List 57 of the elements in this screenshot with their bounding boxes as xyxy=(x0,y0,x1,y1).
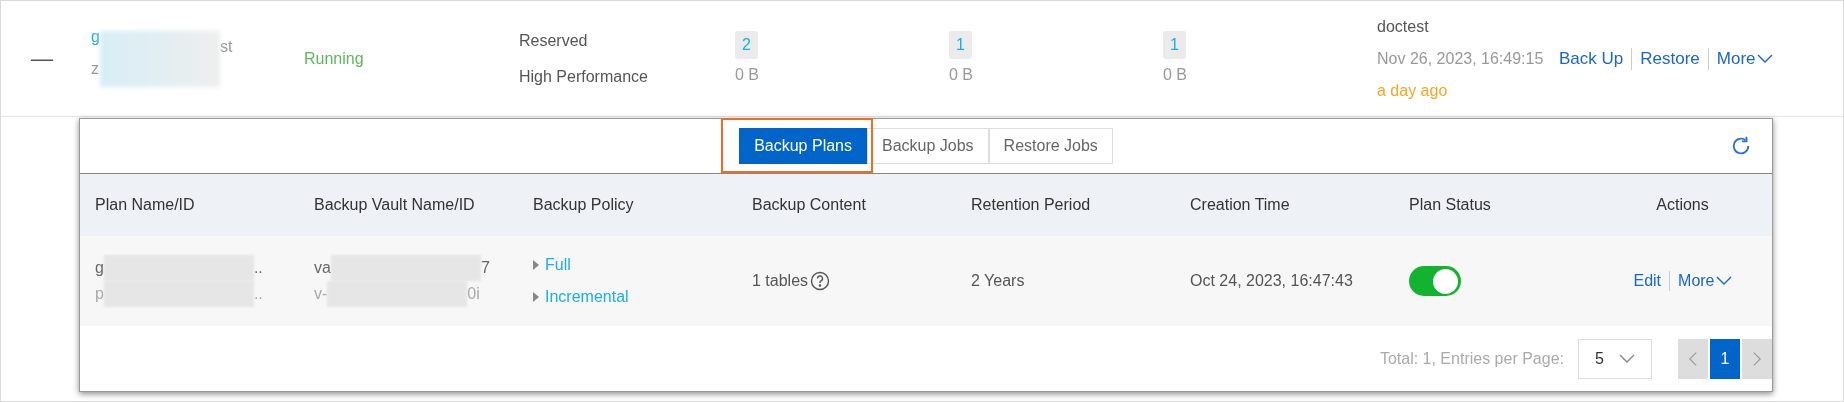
chevron-down-icon xyxy=(1756,53,1773,64)
collapse-toggle[interactable]: — xyxy=(31,42,91,75)
row-action-link[interactable]: Edit xyxy=(1633,269,1662,293)
column-header: Actions xyxy=(1655,195,1710,215)
tab[interactable]: Backup Jobs xyxy=(867,128,989,164)
action-link[interactable]: Back Up xyxy=(1559,45,1624,72)
timestamp-text: Nov 26, 2023, 16:49:15 xyxy=(1377,48,1545,69)
masked-text-end: st xyxy=(219,36,233,57)
masked-text-start: v- xyxy=(314,284,328,304)
chevron-left-icon xyxy=(1689,350,1697,367)
refresh-icon[interactable] xyxy=(1730,135,1752,157)
count-badge: 1 xyxy=(1163,30,1186,59)
tab[interactable]: Backup Plans xyxy=(739,128,867,164)
spec-class-text: High Performance xyxy=(519,66,649,87)
masked-text-start: p xyxy=(95,284,104,304)
column-header: Backup Vault Name/ID xyxy=(313,195,476,215)
size-text: 0 B xyxy=(949,64,973,85)
pagination-summary: Total: 1, Entries per Page: xyxy=(1379,348,1564,369)
previous-page-button[interactable] xyxy=(1678,338,1708,379)
next-page-button[interactable] xyxy=(1742,338,1772,379)
plan-status-switch[interactable] xyxy=(1409,266,1461,296)
help-icon[interactable] xyxy=(810,271,831,291)
chevron-down-icon xyxy=(1619,353,1635,364)
masked-text-end: .. xyxy=(253,284,263,304)
size-text: 0 B xyxy=(735,64,759,85)
relative-time-text: a day ago xyxy=(1377,80,1449,101)
column-header: Creation Time xyxy=(1189,195,1291,215)
masked-text-end: 0i xyxy=(467,284,480,304)
column-header: Retention Period xyxy=(970,195,1092,215)
retention-text: 2 Years xyxy=(970,271,1026,291)
tab[interactable]: Restore Jobs xyxy=(988,128,1113,164)
action-link[interactable]: More xyxy=(1716,45,1773,72)
masked-text-start: va xyxy=(314,258,331,278)
creation-time-text: Oct 24, 2023, 16:47:43 xyxy=(1189,271,1354,291)
chevron-down-icon xyxy=(1715,276,1732,286)
column-header: Plan Name/ID xyxy=(94,195,196,215)
count-badge: 1 xyxy=(949,30,972,59)
caret-right-icon xyxy=(533,260,539,270)
masked-text-start: z xyxy=(91,58,100,79)
page-button[interactable]: 1 xyxy=(1710,338,1740,379)
size-text: 0 B xyxy=(1163,64,1187,85)
row-action-link[interactable]: More xyxy=(1678,269,1732,293)
action-link[interactable]: Restore xyxy=(1640,45,1700,72)
masked-text-end: 7 xyxy=(480,258,490,278)
chevron-right-icon xyxy=(1753,350,1761,367)
column-header: Backup Content xyxy=(751,195,867,215)
spec-type-text: Reserved xyxy=(519,30,589,51)
owner-text: doctest xyxy=(1377,16,1430,37)
column-header: Plan Status xyxy=(1408,195,1492,215)
count-badge: 2 xyxy=(735,30,758,59)
content-text: 1 tables xyxy=(752,271,809,291)
column-header: Backup Policy xyxy=(532,195,635,215)
status-text: Running xyxy=(304,48,365,69)
caret-right-icon xyxy=(533,292,539,302)
page-size-select[interactable]: 5 xyxy=(1578,338,1652,379)
masked-text-end: .. xyxy=(253,258,263,278)
masked-text-start: g xyxy=(95,258,104,278)
